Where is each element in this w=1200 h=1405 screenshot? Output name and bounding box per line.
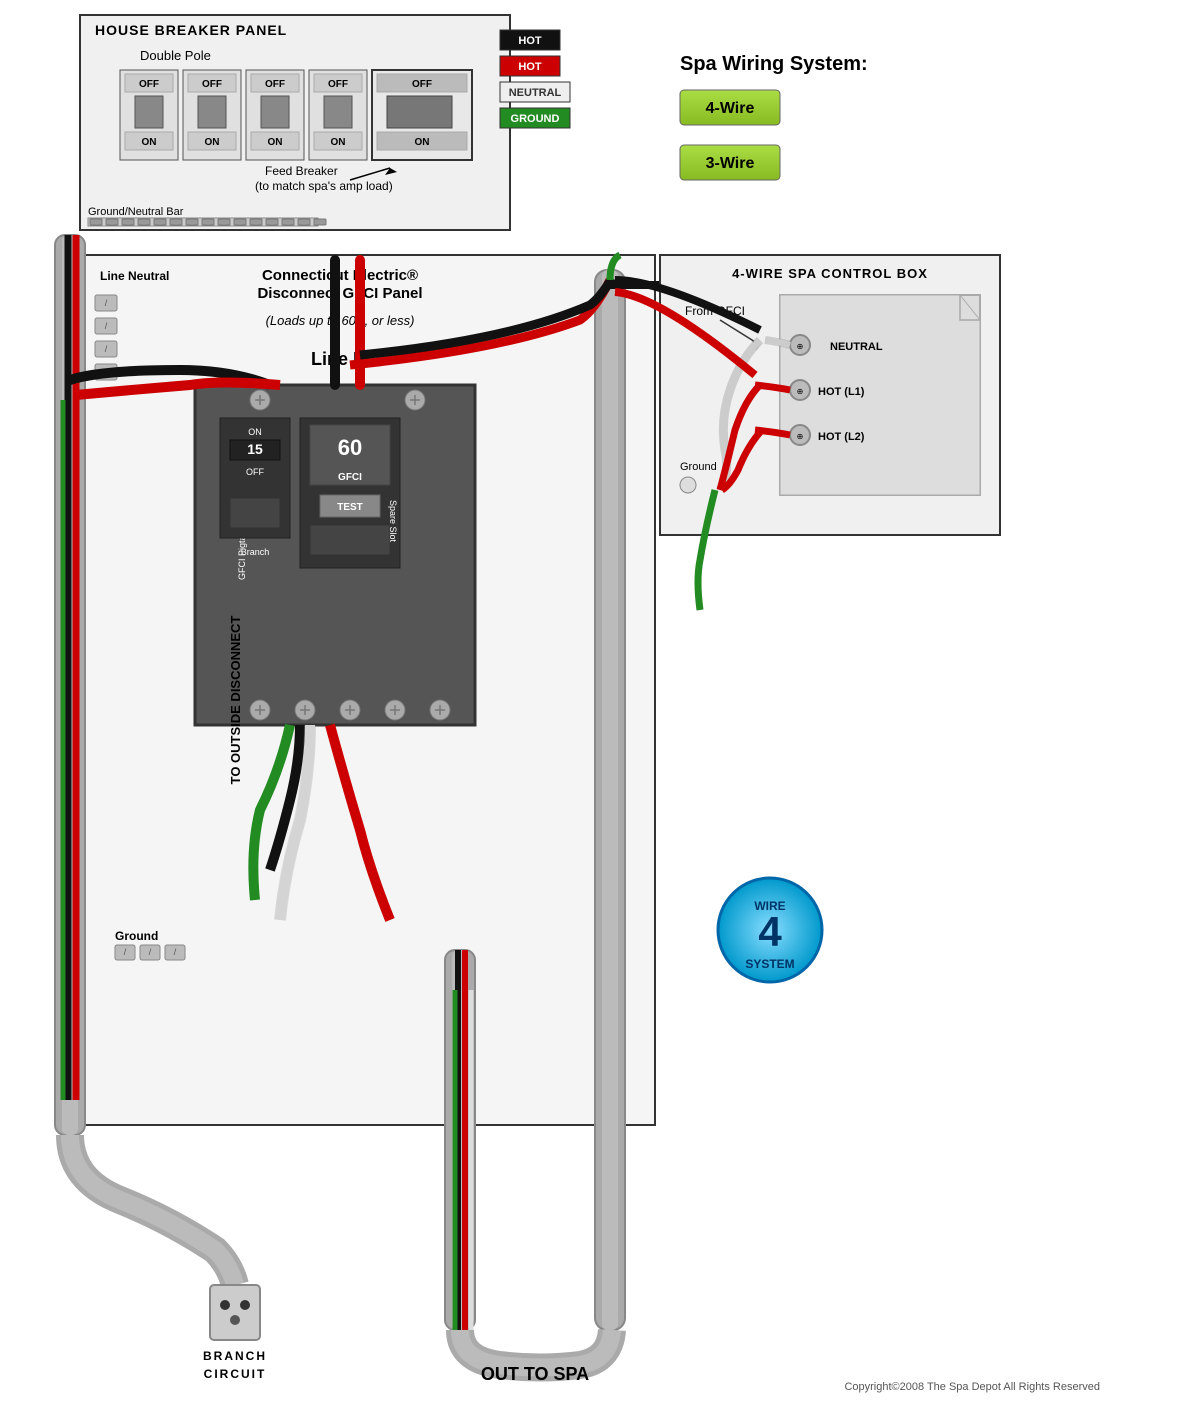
svg-text:OFF: OFF bbox=[265, 79, 285, 90]
svg-text:OFF: OFF bbox=[412, 79, 432, 90]
svg-text:ON: ON bbox=[248, 427, 262, 437]
svg-text:Copyright©2008 The Spa Depot A: Copyright©2008 The Spa Depot All Rights … bbox=[844, 1381, 1100, 1393]
svg-text:Feed Breaker: Feed Breaker bbox=[265, 164, 338, 178]
svg-text:Spa Wiring System:: Spa Wiring System: bbox=[680, 53, 868, 75]
svg-text:Spare Slot: Spare Slot bbox=[388, 500, 398, 543]
svg-text:ON: ON bbox=[268, 137, 283, 148]
svg-text:OFF: OFF bbox=[328, 79, 348, 90]
svg-text:OUT TO SPA: OUT TO SPA bbox=[481, 1364, 589, 1384]
svg-text:⊕: ⊕ bbox=[797, 342, 804, 351]
svg-text:TEST: TEST bbox=[337, 502, 363, 513]
svg-text:3-Wire: 3-Wire bbox=[706, 155, 755, 172]
svg-text:ON: ON bbox=[142, 137, 157, 148]
svg-text:BRANCH: BRANCH bbox=[203, 1349, 267, 1363]
svg-text:ON: ON bbox=[331, 137, 346, 148]
svg-text:Branch: Branch bbox=[241, 547, 270, 557]
svg-text:Ground: Ground bbox=[680, 461, 717, 473]
svg-text:⊕: ⊕ bbox=[797, 387, 804, 396]
svg-text:(to match spa's amp load): (to match spa's amp load) bbox=[255, 179, 393, 193]
svg-text:4: 4 bbox=[758, 908, 782, 955]
svg-text:HOT: HOT bbox=[518, 61, 542, 73]
svg-text:HOUSE BREAKER PANEL: HOUSE BREAKER PANEL bbox=[95, 22, 287, 38]
svg-text:15: 15 bbox=[247, 441, 263, 457]
svg-text:Line Neutral: Line Neutral bbox=[100, 269, 169, 283]
svg-text:ON: ON bbox=[205, 137, 220, 148]
svg-text:⊕: ⊕ bbox=[797, 432, 804, 441]
svg-text:GROUND: GROUND bbox=[511, 113, 560, 125]
svg-text:Ground/Neutral Bar: Ground/Neutral Bar bbox=[88, 206, 184, 218]
svg-text:HOT (L2): HOT (L2) bbox=[818, 431, 865, 443]
svg-text:HOT (L1): HOT (L1) bbox=[818, 386, 865, 398]
svg-text:OFF: OFF bbox=[202, 79, 222, 90]
svg-text:GFCI: GFCI bbox=[338, 472, 362, 483]
svg-text:4-WIRE SPA CONTROL BOX: 4-WIRE SPA CONTROL BOX bbox=[732, 266, 928, 281]
svg-text:OFF: OFF bbox=[139, 79, 159, 90]
svg-text:Double Pole: Double Pole bbox=[140, 48, 211, 63]
svg-text:NEUTRAL: NEUTRAL bbox=[509, 87, 562, 99]
svg-text:4-Wire: 4-Wire bbox=[706, 100, 755, 117]
svg-text:60: 60 bbox=[338, 435, 362, 460]
svg-text:HOT: HOT bbox=[518, 35, 542, 47]
svg-text:CIRCUIT: CIRCUIT bbox=[204, 1367, 267, 1381]
svg-text:NEUTRAL: NEUTRAL bbox=[830, 341, 883, 353]
svg-text:TO OUTSIDE DISCONNECT: TO OUTSIDE DISCONNECT bbox=[228, 616, 243, 785]
svg-text:Ground: Ground bbox=[115, 929, 158, 943]
svg-text:OFF: OFF bbox=[246, 467, 264, 477]
svg-text:ON: ON bbox=[415, 137, 430, 148]
svg-text:SYSTEM: SYSTEM bbox=[745, 957, 794, 971]
